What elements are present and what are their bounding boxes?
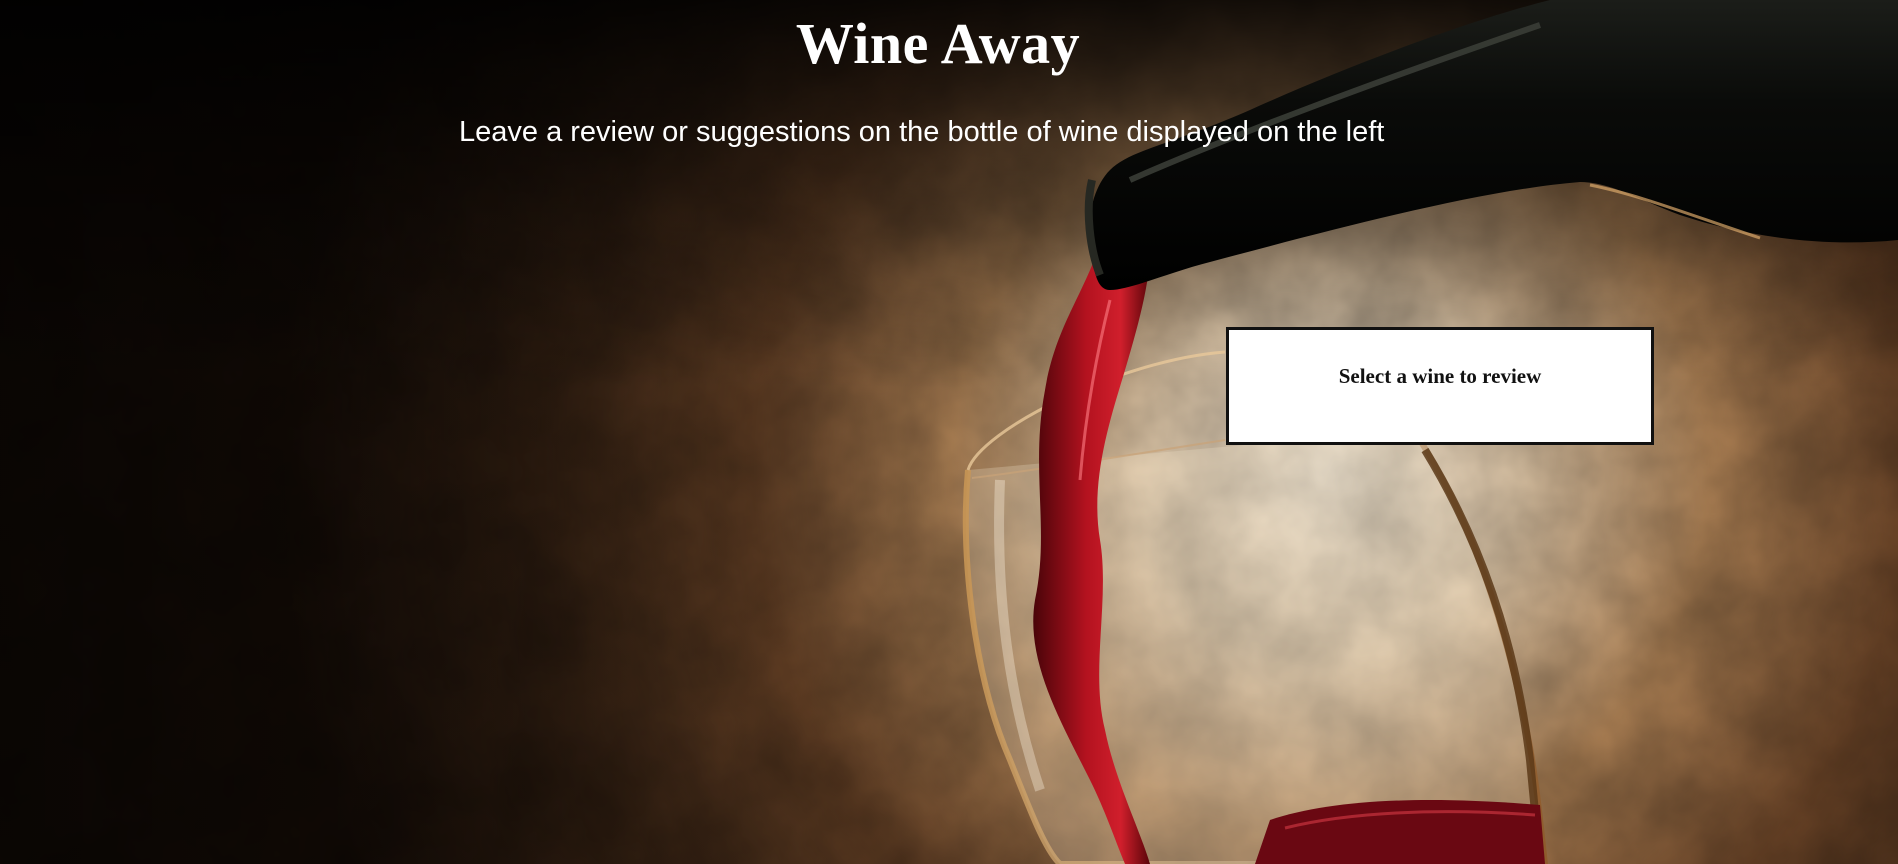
page-title: Wine Away — [795, 11, 1081, 76]
review-panel[interactable]: Select a wine to review — [1226, 327, 1654, 445]
page: Wine Away Leave a review or suggestions … — [0, 0, 1898, 864]
page-subtitle: Leave a review or suggestions on the bot… — [459, 116, 1385, 148]
review-prompt: Select a wine to review — [1338, 364, 1542, 388]
